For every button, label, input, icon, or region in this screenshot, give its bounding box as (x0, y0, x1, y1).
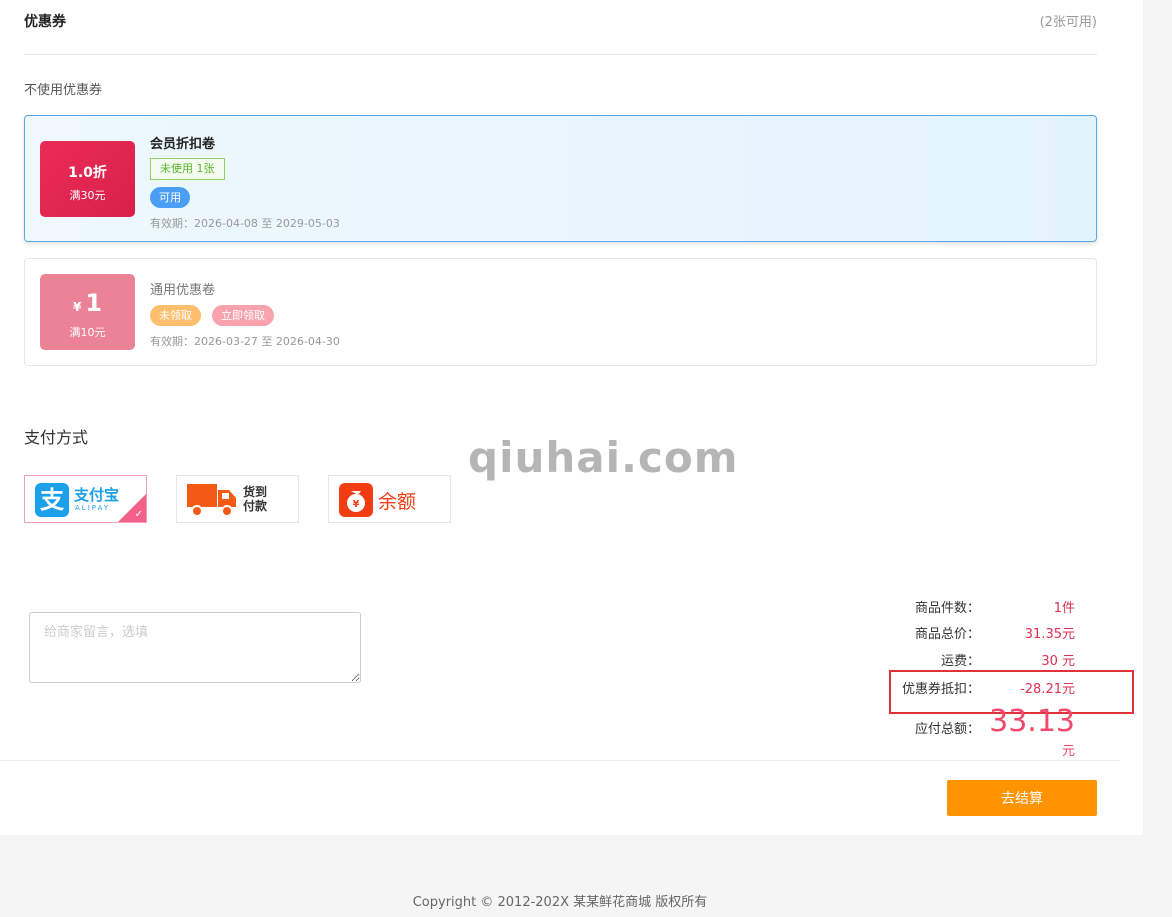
currency-symbol: ¥ (72, 300, 82, 314)
order-panel: 优惠券 (2张可用) 不使用优惠券 1.0折 满30元 会员折扣卷 未使用 1张… (0, 0, 1143, 835)
coupon-card-member-discount[interactable]: 1.0折 满30元 会员折扣卷 未使用 1张 可用 有效期：2026-04-08… (24, 115, 1097, 242)
coupon-value-tag: 1.0折 满30元 (40, 141, 135, 217)
coupon-available-pill: 可用 (150, 187, 190, 208)
coupon-status-pill: 未领取 (150, 305, 201, 326)
coupon-section-title: 优惠券 (24, 14, 66, 30)
shipping-label: 运费： (940, 654, 980, 669)
watermark-text: qiuhai.com (468, 433, 739, 482)
payment-section-title: 支付方式 (24, 428, 89, 447)
cod-label-line2: 付款 (243, 499, 268, 513)
payable-unit: 元 (1061, 744, 1075, 759)
coupon-amount: ¥1 (40, 290, 135, 320)
coupon-amount-number: 1 (85, 289, 103, 317)
footer-copyright: Copyright © 2012-202X 某某鲜花商城 版权所有 (412, 895, 708, 910)
bottom-divider (0, 760, 1120, 761)
delivery-truck-icon (187, 484, 236, 517)
item-count-label: 商品件数： (914, 601, 980, 616)
coupon-value-tag: ¥1 满10元 (40, 274, 135, 350)
svg-text:¥: ¥ (353, 499, 360, 510)
check-icon: ✓ (134, 509, 143, 520)
checkout-button[interactable]: 去结算 (947, 780, 1097, 816)
coupon-name: 会员折扣卷 (150, 137, 216, 152)
section-divider (24, 54, 1097, 55)
coupon-card-general[interactable]: ¥1 满10元 通用优惠卷 未领取 立即领取 有效期：2026-03-27 至 … (24, 258, 1097, 366)
payment-option-alipay[interactable]: 支 支付宝 ALIPAY ✓ (24, 475, 147, 523)
goods-total-value: 31.35元 (1024, 627, 1075, 642)
coupon-available-count: (2张可用) (1039, 15, 1097, 30)
goods-total-label: 商品总价： (914, 627, 980, 642)
no-coupon-option[interactable]: 不使用优惠券 (24, 79, 102, 98)
payable-total-value: 33.13 元 (985, 704, 1075, 759)
claim-coupon-button[interactable]: 立即领取 (212, 305, 274, 326)
coupon-name: 通用优惠卷 (150, 283, 216, 298)
coupon-threshold: 满30元 (69, 189, 106, 202)
coupon-validity: 有效期：2026-03-27 至 2026-04-30 (150, 335, 340, 348)
coupon-validity: 有效期：2026-04-08 至 2029-05-03 (150, 217, 340, 230)
coupon-discount: 1.0折 (68, 165, 107, 181)
balance-label: 余额 (378, 491, 417, 513)
payment-option-cash-on-delivery[interactable]: 货到 付款 (176, 475, 299, 523)
payable-amount: 33.13 (989, 704, 1075, 739)
svg-text:支: 支 (40, 486, 65, 514)
alipay-label: 支付宝 (74, 486, 120, 504)
alipay-sublabel: ALIPAY (75, 504, 111, 512)
payable-total-label: 应付总额： (914, 722, 980, 737)
coupon-threshold: 满10元 (69, 326, 106, 339)
coupon-status-badge: 未使用 1张 (150, 158, 225, 180)
cod-label-line1: 货到 (243, 485, 268, 499)
item-count-value: 1件 (1053, 601, 1075, 616)
remark-input[interactable] (29, 612, 361, 683)
payment-option-balance[interactable]: ¥ 余额 (328, 475, 451, 523)
shipping-value: 30 元 (1041, 654, 1075, 669)
